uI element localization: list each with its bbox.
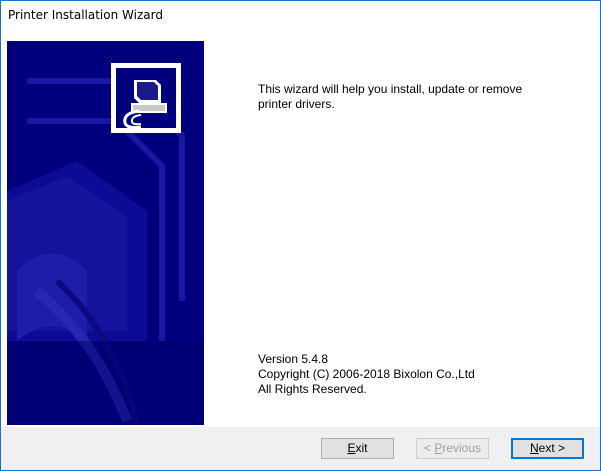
previous-button[interactable]: < Previous xyxy=(416,438,489,459)
version-info: Version 5.4.8 Copyright (C) 2006-2018 Bi… xyxy=(258,352,475,397)
button-bar: Exit < Previous Next > xyxy=(1,427,600,470)
rights-text: All Rights Reserved. xyxy=(258,382,367,396)
printer-install-icon xyxy=(111,63,181,133)
wizard-window: Printer Installation Wizard This wizard … xyxy=(0,0,601,471)
exit-button[interactable]: Exit xyxy=(321,438,394,459)
intro-line-1: This wizard will help you install, updat… xyxy=(258,82,523,96)
title-bar[interactable]: Printer Installation Wizard xyxy=(1,1,600,31)
copyright-text: Copyright (C) 2006-2018 Bixolon Co.,Ltd xyxy=(258,367,475,381)
version-text: Version 5.4.8 xyxy=(258,352,329,366)
next-button[interactable]: Next > xyxy=(511,438,584,459)
side-banner xyxy=(7,41,204,425)
window-title: Printer Installation Wizard xyxy=(8,8,163,22)
intro-text: This wizard will help you install, updat… xyxy=(258,82,578,112)
intro-line-2: printer drivers. xyxy=(258,97,335,111)
